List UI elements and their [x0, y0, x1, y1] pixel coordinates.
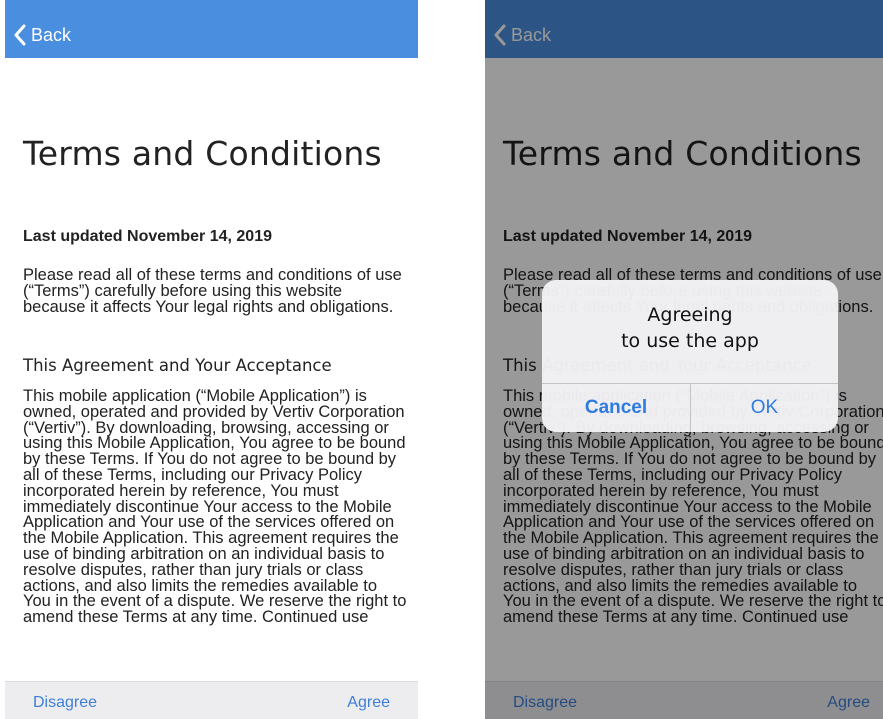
back-button[interactable]: Back [13, 20, 71, 50]
agreement-alert-dialog: Agreeing to use the app Cancel OK [542, 280, 838, 432]
alert-title-line-2: to use the app [621, 330, 759, 352]
terms-screen: Back Terms and Conditions Last updated N… [5, 0, 418, 719]
agree-button[interactable]: Agree [347, 694, 390, 712]
ok-button[interactable]: OK [691, 383, 838, 432]
alert-title: Agreeing to use the app [542, 302, 838, 354]
terms-screen-with-alert: Back Terms and Conditions Last updated N… [485, 0, 883, 719]
section-body: This mobile application (“Mobile Applica… [23, 387, 407, 627]
back-label: Back [31, 24, 72, 45]
bottom-action-bar: Disagree Agree [5, 681, 418, 719]
cancel-button[interactable]: Cancel [542, 383, 690, 432]
chevron-left-icon [14, 24, 26, 46]
section-heading: This Agreement and Your Acceptance [23, 356, 332, 375]
page-title: Terms and Conditions [23, 134, 382, 173]
intro-paragraph: Please read all of these terms and condi… [23, 266, 402, 316]
disagree-button[interactable]: Disagree [33, 694, 97, 712]
navigation-bar: Back [5, 0, 418, 58]
last-updated: Last updated November 14, 2019 [23, 228, 272, 245]
alert-title-line-1: Agreeing [647, 304, 733, 326]
